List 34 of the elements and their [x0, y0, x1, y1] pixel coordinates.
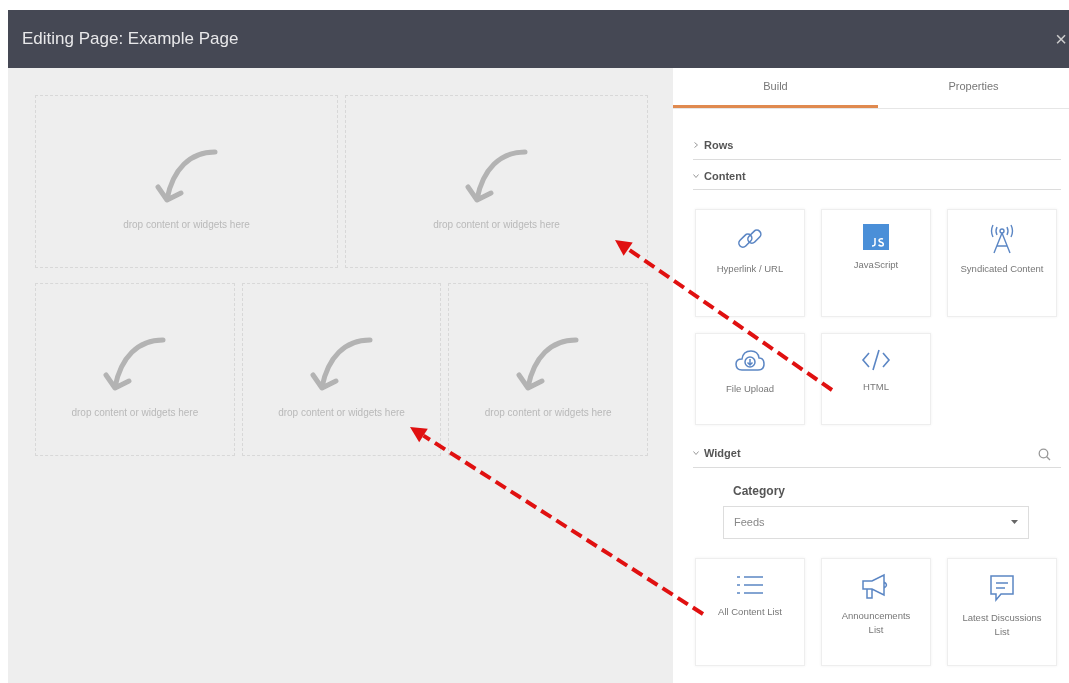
search-icon[interactable] [1038, 447, 1051, 461]
widget-tile[interactable]: Hyperlink / URL [695, 209, 805, 317]
widget-tile[interactable]: File Upload [695, 333, 805, 425]
widget-tile[interactable]: JavaScript [821, 209, 931, 317]
widget-tile[interactable]: Syndicated Content [947, 209, 1057, 317]
curved-arrow-icon [516, 337, 581, 393]
widget-tile[interactable]: All Content List [695, 557, 805, 666]
chevron-icon [693, 142, 699, 149]
close-button[interactable]: × [1055, 29, 1069, 49]
widget-tile[interactable]: HTML [821, 333, 931, 425]
widget-tile[interactable]: Announcements List [821, 557, 931, 666]
tab[interactable]: Build [673, 68, 878, 108]
chevron-icon [693, 450, 699, 457]
category-select[interactable]: Feeds [723, 505, 1029, 539]
section-title: Content [704, 168, 747, 184]
section-header[interactable]: Rows [693, 129, 1061, 160]
curved-arrow-icon [102, 337, 167, 393]
js-icon [863, 224, 889, 250]
widget-tile[interactable]: Latest Discussions List [947, 557, 1057, 666]
field-label: Category [733, 482, 785, 500]
section-header[interactable]: Widget [693, 437, 1061, 468]
curved-arrow-icon [464, 149, 529, 205]
chevron-icon [693, 172, 699, 179]
window-title: Editing Page: Example Page [22, 28, 239, 51]
chat-icon [988, 572, 1016, 603]
cloud-download-icon [734, 348, 766, 374]
section-title: Rows [704, 138, 735, 153]
curved-arrow-icon [309, 337, 374, 393]
curved-arrow-icon [154, 149, 219, 205]
dropdown-caret-icon [1011, 520, 1018, 524]
section-header[interactable]: Content [693, 159, 1061, 190]
section-title: Widget [704, 446, 742, 461]
code-icon [861, 348, 891, 372]
tab[interactable]: Properties [878, 68, 1069, 108]
